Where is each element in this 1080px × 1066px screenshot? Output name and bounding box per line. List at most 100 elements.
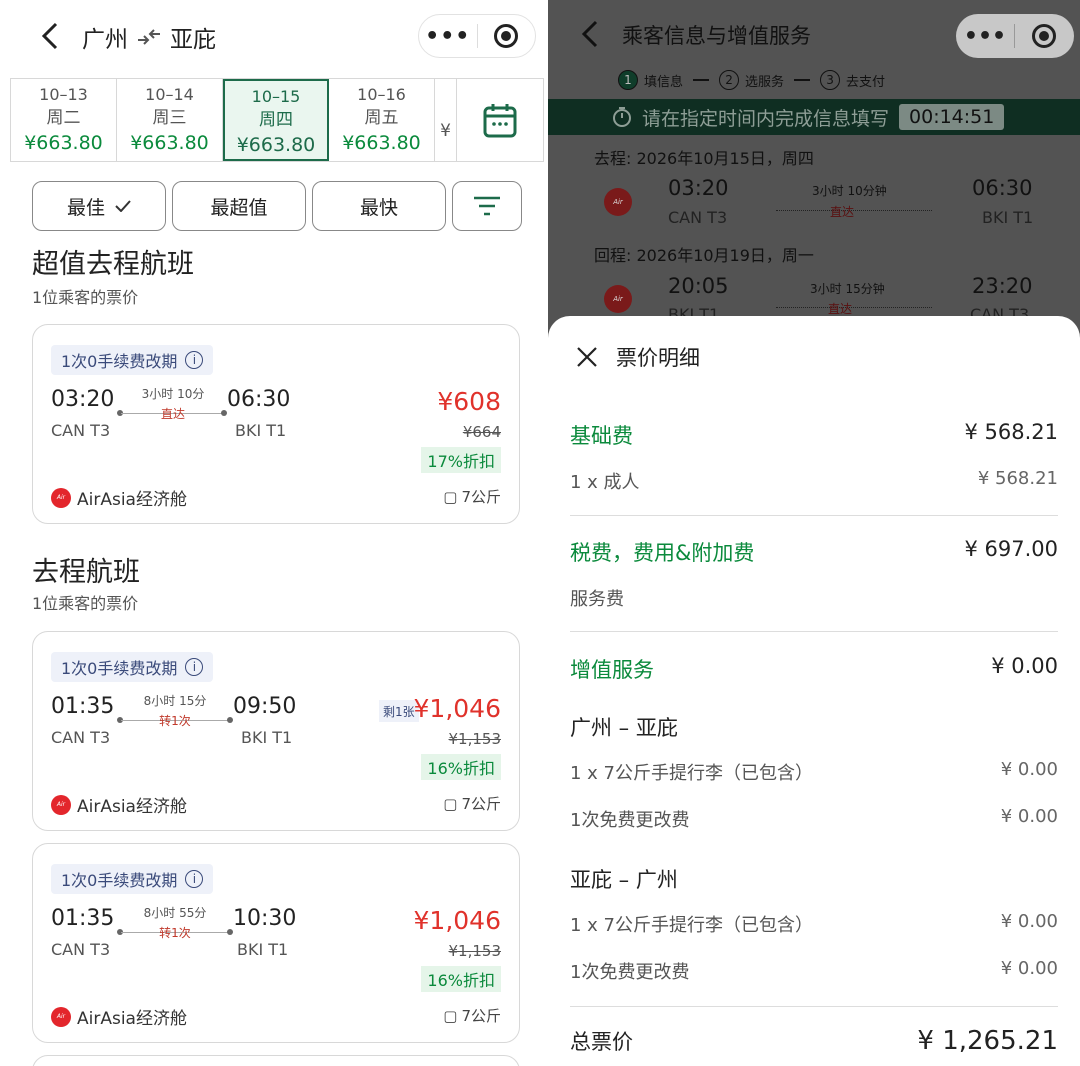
calendar-icon	[483, 104, 517, 138]
section-title-outbound: 去程航班	[32, 557, 140, 588]
sheet-header: 票价明细	[576, 342, 700, 372]
date-option[interactable]: 10–13 周二 ¥663.80	[11, 79, 117, 161]
miniprogram-capsule: •••	[418, 14, 536, 58]
flight-card[interactable]: 1次0手续费改期 i 01:35 CAN T3 8小时 55分 转1次 10:30…	[32, 843, 520, 1043]
close-miniprogram-icon[interactable]	[1015, 24, 1073, 48]
discount-badge: 17%折扣	[421, 447, 501, 473]
step-number: 1	[618, 70, 638, 90]
date-option-selected[interactable]: 10–15 周四 ¥663.80	[223, 79, 329, 161]
top-bar: 广州 亚庇 •••	[0, 0, 546, 74]
original-price: ¥1,153	[448, 942, 502, 960]
flight-card[interactable]: 1次0手续费改期 i 01:35 CAN T3 8小时 15分 转1次 09:50…	[32, 631, 520, 831]
close-icon[interactable]	[576, 346, 598, 368]
sheet-title: 票价明细	[616, 346, 700, 370]
sort-best-button[interactable]: 最佳	[32, 181, 166, 231]
taxes-row: 税费，费用&附加费 ¥ 697.00	[570, 537, 1058, 565]
baggage-icon: ▢	[443, 487, 458, 506]
service-fee-row: 服务费	[570, 589, 624, 610]
info-icon[interactable]: i	[185, 351, 204, 369]
route-title: 广州 亚庇	[82, 20, 216, 54]
base-fare-detail-row: 1 x 成人 ¥ 568.21	[570, 468, 1058, 493]
addon-item-row: 1 x 7公斤手提行李（已包含） ¥ 0.00	[570, 759, 1058, 784]
airline-label: Air AirAsia经济舱	[51, 485, 187, 510]
section-subtitle: 1位乘客的票价	[32, 288, 139, 307]
price: ¥608	[437, 387, 501, 416]
flight-duration: 3小时 10分	[141, 387, 205, 401]
divider	[570, 515, 1058, 516]
origin-city: 广州	[82, 27, 128, 53]
info-icon[interactable]: i	[185, 658, 204, 676]
airasia-logo-icon: Air	[604, 188, 632, 216]
total-price: ¥ 1,265.21	[917, 1026, 1058, 1056]
outbound-stops: 直达	[830, 205, 855, 219]
inbound-arr-time: 23:20	[972, 274, 1033, 298]
flight-duration: 8小时 15分	[143, 694, 207, 708]
outbound-duration: 3小时 10分钟	[812, 184, 887, 198]
price: ¥1,046	[413, 694, 501, 723]
baggage-allowance: ▢ 7公斤	[443, 487, 501, 507]
baggage-icon: ▢	[443, 794, 458, 813]
stops-label: 直达	[160, 407, 185, 421]
checkmark-icon	[115, 200, 131, 212]
flight-card-partial[interactable]	[32, 1055, 520, 1066]
back-arrow-icon[interactable]	[576, 18, 606, 50]
inbound-dep-time: 20:05	[668, 274, 729, 298]
flight-card[interactable]: 1次0手续费改期 i 03:20 CAN T3 3小时 10分 直达 06:30 …	[32, 324, 520, 524]
departure-time: 03:20	[51, 387, 115, 412]
airline-label: Air AirAsia经济舱	[51, 792, 187, 817]
date-option-partial[interactable]: ¥	[435, 79, 457, 161]
sort-filter-bar: 最佳 最超值 最快	[32, 181, 522, 231]
countdown-timer: 00:14:51	[899, 104, 1005, 130]
airasia-logo-icon: Air	[51, 1006, 71, 1027]
leg-header: 亚庇 – 广州	[570, 868, 678, 892]
close-miniprogram-icon[interactable]	[477, 24, 535, 48]
baggage-icon: ▢	[443, 1006, 458, 1025]
swap-arrows-icon	[138, 29, 160, 45]
section-title-deals: 超值去程航班	[32, 249, 194, 280]
step-label: 填信息	[644, 74, 684, 90]
section-subtitle: 1位乘客的票价	[32, 594, 139, 613]
arrival-time: 09:50	[233, 694, 297, 719]
airasia-logo-icon: Air	[51, 487, 71, 508]
countdown-banner: 请在指定时间内完成信息填写 00:14:51	[548, 99, 1080, 135]
date-option[interactable]: 10–16 周五 ¥663.80	[329, 79, 435, 161]
more-icon[interactable]: •••	[956, 24, 1014, 49]
outbound-arr-airport: BKI T1	[982, 208, 1034, 227]
original-price: ¥664	[462, 423, 501, 441]
step-number: 3	[820, 70, 841, 90]
leg-header: 广州 – 亚庇	[570, 716, 678, 740]
arrival-airport: BKI T1	[237, 940, 289, 959]
date-option[interactable]: 10–14 周三 ¥663.80	[117, 79, 223, 161]
outbound-arr-time: 06:30	[972, 176, 1033, 200]
step-number: 2	[719, 70, 740, 90]
sort-value-button[interactable]: 最超值	[172, 181, 306, 231]
inbound-stops: 直达	[828, 302, 853, 316]
departure-time: 01:35	[51, 694, 115, 719]
free-change-tag: 1次0手续费改期 i	[51, 864, 214, 894]
free-change-tag: 1次0手续费改期 i	[51, 652, 214, 682]
departure-time: 01:35	[51, 906, 115, 931]
step-label: 去支付	[846, 74, 886, 90]
stops-label: 转1次	[159, 714, 191, 728]
filter-button[interactable]	[452, 181, 522, 231]
departure-airport: CAN T3	[51, 421, 111, 440]
price: ¥1,046	[413, 906, 501, 935]
discount-badge: 16%折扣	[421, 754, 501, 780]
passenger-info-screen: 乘客信息与增值服务 ••• 1 填信息 2 选服务 3 去支付 请在指定时间内完…	[548, 0, 1080, 1066]
airasia-logo-icon: Air	[51, 794, 71, 815]
calendar-button[interactable]	[457, 79, 543, 161]
info-icon[interactable]: i	[185, 870, 204, 888]
miniprogram-capsule: •••	[956, 14, 1074, 58]
sort-fastest-button[interactable]: 最快	[312, 181, 446, 231]
airline-label: Air AirAsia经济舱	[51, 1004, 187, 1029]
baggage-allowance: ▢ 7公斤	[443, 1006, 501, 1026]
back-arrow-icon[interactable]	[36, 20, 66, 52]
fare-breakdown-sheet: 票价明细 基础费 ¥ 568.21 1 x 成人 ¥ 568.21 税费，费用&…	[548, 316, 1080, 1066]
addon-item-row: 1 x 7公斤手提行李（已包含） ¥ 0.00	[570, 911, 1058, 936]
free-change-tag: 1次0手续费改期 i	[51, 345, 214, 375]
more-icon[interactable]: •••	[419, 24, 477, 49]
flight-list-screen: 广州 亚庇 ••• 10–13 周二 ¥663.80 10–14 周三 ¥663…	[0, 0, 546, 1066]
outbound-date: 去程: 2026年10月15日，周四	[594, 149, 814, 168]
divider	[570, 631, 1058, 632]
filter-icon	[474, 196, 500, 216]
